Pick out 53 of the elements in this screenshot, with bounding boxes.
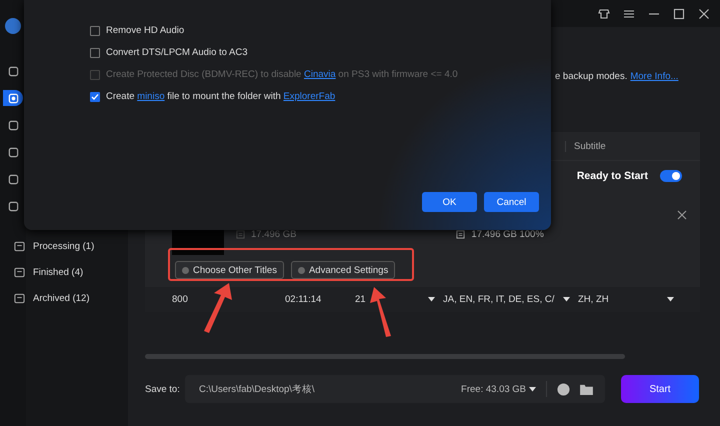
annotation-arrow xyxy=(204,283,232,333)
dialog-button[interactable]: OK xyxy=(422,192,477,212)
list-icon xyxy=(14,241,25,252)
maximize-icon[interactable] xyxy=(673,8,685,20)
scrollbar[interactable] xyxy=(145,354,625,359)
annotation-arrow xyxy=(370,287,391,337)
dropdown-caret-icon[interactable] xyxy=(428,297,435,302)
title-option-button[interactable]: Advanced Settings xyxy=(290,261,396,279)
folder-icon[interactable] xyxy=(580,384,593,394)
skin-icon[interactable] xyxy=(598,8,610,20)
dropdown-caret-icon[interactable] xyxy=(667,297,674,302)
save-to-label: Save to: xyxy=(145,384,181,394)
iso-icon[interactable] xyxy=(557,382,570,396)
toggle-switch[interactable] xyxy=(660,170,682,182)
title-option-button[interactable]: Choose Other Titles xyxy=(175,261,284,279)
app-logo-icon xyxy=(5,18,21,34)
checkbox[interactable] xyxy=(90,48,100,58)
save-path-field[interactable]: C:\Users\fab\Desktop\考核\ Free: 43.03 GB xyxy=(185,375,605,403)
menu-icon[interactable] xyxy=(623,8,635,20)
more-info-link[interactable]: More Info... xyxy=(630,71,678,82)
option-label: Remove HD Audio xyxy=(106,25,184,36)
disc-size-icon xyxy=(236,230,245,238)
dropdown-caret-icon[interactable] xyxy=(563,297,570,302)
list-icon xyxy=(14,267,25,278)
output-size-icon xyxy=(456,230,466,238)
nav-icon[interactable] xyxy=(3,90,23,106)
sidebar-item[interactable]: Archived (12) xyxy=(12,291,128,306)
output-size: 17.496 GB 100% xyxy=(471,228,544,240)
info-text: e backup modes. xyxy=(555,71,628,82)
close-icon[interactable] xyxy=(698,8,710,20)
list-icon xyxy=(14,293,25,304)
close-icon[interactable] xyxy=(677,210,687,220)
column-header: Subtitle xyxy=(565,140,606,152)
table-cell: 800 xyxy=(172,294,188,305)
table-cell: 02:11:14 xyxy=(285,294,322,305)
option-link[interactable]: ExplorerFab xyxy=(283,91,336,102)
option-label: Convert DTS/LPCM Audio to AC3 xyxy=(106,47,248,58)
sidebar-item[interactable]: Finished (4) xyxy=(12,265,128,280)
option-label: Create Protected Disc (BDMV-REC) to disable Cinavia on PS3 with firmware <= 4.0 xyxy=(106,69,458,80)
free-space-dropdown[interactable]: Free: 43.03 GB xyxy=(461,384,536,394)
table-cell: 21 xyxy=(355,294,366,305)
sidebar-item[interactable]: Processing (1) xyxy=(12,239,128,254)
checkbox[interactable] xyxy=(90,92,100,102)
table-cell: JA, EN, FR, IT, DE, ES, C/ xyxy=(443,294,554,305)
checkbox[interactable] xyxy=(90,26,100,36)
table-cell: ZH, ZH xyxy=(578,294,609,305)
option-link[interactable]: miniso xyxy=(137,91,165,102)
source-size: 17.496 GB xyxy=(251,228,296,240)
start-button[interactable]: Start xyxy=(621,375,699,403)
caret-icon[interactable] xyxy=(529,386,536,392)
dialog-button[interactable]: Cancel xyxy=(484,192,539,212)
status-text: Ready to Start xyxy=(576,170,648,182)
option-label: Create miniso file to mount the folder with ExplorerFab xyxy=(106,91,336,102)
